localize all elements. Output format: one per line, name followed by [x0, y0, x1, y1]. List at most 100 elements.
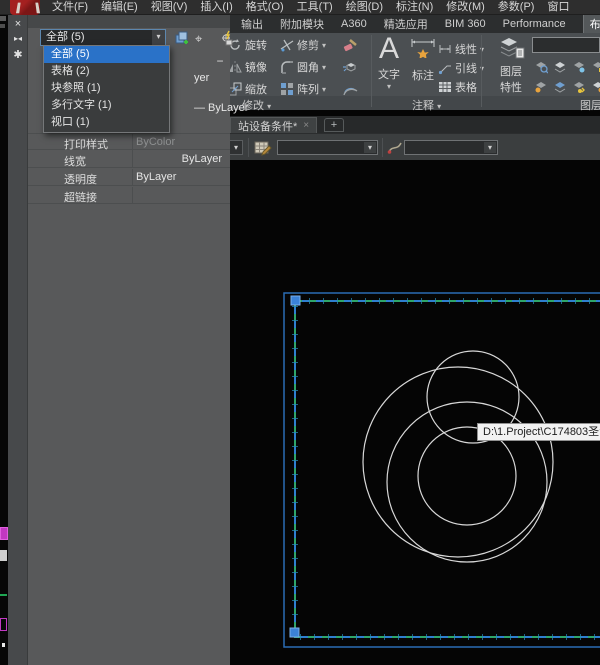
mirror-icon — [228, 60, 242, 74]
ribbon-tab-output[interactable]: 输出 — [241, 16, 263, 32]
palette-titlebar[interactable]: × ▸◂ ✱ — [8, 15, 28, 665]
layer-properties-button[interactable]: 图层 特性 — [494, 36, 528, 95]
layer-isolate-icon[interactable] — [553, 60, 567, 74]
palette-close-icon[interactable]: × — [8, 18, 28, 30]
transparency-value: ByLayer — [136, 171, 226, 183]
trim-icon — [280, 38, 294, 52]
tab-close-icon[interactable]: × — [303, 120, 309, 131]
scale-button[interactable]: 缩放 — [228, 81, 267, 97]
fillet-caret[interactable]: ▾ — [322, 63, 326, 72]
linetype-icon[interactable] — [387, 139, 403, 156]
menu-tools[interactable]: 工具(T) — [297, 0, 333, 15]
quick-select-icon[interactable] — [216, 30, 233, 46]
trim-button[interactable]: 修剪▾ — [280, 37, 326, 53]
ribbon-tab-layout-active[interactable]: 布局 — [583, 14, 600, 34]
hyperlink-row[interactable]: 超链接 — [28, 187, 230, 204]
ribbon-tab-featured-apps[interactable]: 精选应用 — [384, 16, 428, 32]
panel-separator-2 — [481, 35, 482, 107]
dropdown-option-mtext[interactable]: 多行文字 (1) — [44, 97, 169, 114]
drawing-fragment-green — [0, 594, 7, 596]
ribbon-tab-performance[interactable]: Performance — [503, 18, 566, 30]
dropdown-option-blockref[interactable]: 块参照 (1) — [44, 80, 169, 97]
menu-window[interactable]: 窗口 — [547, 0, 569, 15]
lineweight-row[interactable]: 线宽 ByLayer — [28, 151, 230, 168]
drawing-canvas[interactable]: D:\1.Project\C174803圣戈 — [230, 160, 600, 665]
array-caret[interactable]: ▾ — [322, 85, 326, 94]
explode-button[interactable] — [342, 59, 358, 75]
explode-icon — [342, 59, 358, 75]
plotstyle-value: ByColor — [136, 136, 226, 148]
dimension-icon — [410, 36, 436, 58]
leader-button[interactable]: 引线▾ — [438, 60, 484, 76]
menu-edit[interactable]: 编辑(E) — [101, 0, 138, 15]
drawing-fragment-white — [2, 643, 5, 647]
lineweight-value: ByLayer — [136, 153, 226, 165]
ribbon-tab-addins[interactable]: 附加模块 — [280, 16, 324, 32]
palette-autohide-icon[interactable]: ▸◂ — [8, 34, 28, 43]
autocad-logo-icon[interactable] — [10, 0, 40, 15]
mirror-button[interactable]: 镜像 — [228, 59, 267, 75]
layer-lock-icon[interactable] — [591, 60, 600, 74]
menu-parametric[interactable]: 参数(P) — [498, 0, 535, 15]
color-value-partial: yer — [194, 72, 209, 84]
ribbon-tab-a360[interactable]: A360 — [341, 18, 367, 30]
layer-state-icon[interactable] — [591, 80, 600, 94]
drawing-fragment-magenta-outline — [0, 618, 7, 631]
transparency-row[interactable]: 透明度 ByLayer — [28, 169, 230, 186]
rotate-button[interactable]: 旋转 — [228, 37, 267, 53]
layer-match-icon[interactable] — [553, 80, 567, 94]
layer-prev-icon[interactable] — [572, 80, 586, 94]
menu-format[interactable]: 格式(O) — [246, 0, 284, 15]
viewport-highlight-line — [295, 301, 600, 637]
menu-modify[interactable]: 修改(M) — [446, 0, 485, 15]
layer-on-icon[interactable] — [534, 80, 548, 94]
erase-icon — [342, 37, 358, 53]
erase-button[interactable] — [342, 37, 358, 53]
dimension-button[interactable]: 标注 — [408, 36, 438, 83]
layer-dropdown[interactable]: ▾ — [277, 140, 378, 155]
menu-insert[interactable]: 插入(I) — [200, 0, 232, 15]
linetype-dropdown[interactable]: ▾ — [404, 140, 498, 155]
offset-button[interactable] — [342, 81, 358, 97]
pickadd-toggle-icon[interactable] — [174, 30, 191, 46]
menu-view[interactable]: 视图(V) — [151, 0, 188, 15]
select-objects-icon[interactable]: ⌖ — [195, 31, 202, 47]
fillet-icon — [280, 60, 294, 74]
new-drawing-tab-button[interactable]: + — [324, 118, 344, 132]
left-edge-strip — [0, 15, 8, 665]
array-button[interactable]: 阵列▾ — [280, 81, 326, 97]
layer-tools-row2 — [534, 80, 600, 94]
menu-file[interactable]: 文件(F) — [52, 0, 88, 15]
ribbon-tab-bim360[interactable]: BIM 360 — [445, 18, 486, 30]
trim-caret[interactable]: ▾ — [322, 41, 326, 50]
cropped-combo-arrow[interactable]: ▾ — [229, 140, 243, 155]
table-button[interactable]: 表格 — [438, 79, 477, 95]
layers-panel-label[interactable]: 图层 — [580, 97, 600, 113]
dropdown-option-table[interactable]: 表格 (2) — [44, 63, 169, 80]
drawing-file-tab[interactable]: 站设备条件* × — [230, 117, 317, 133]
layer-settings-icon[interactable] — [254, 139, 272, 156]
dropdown-option-viewport[interactable]: 视口 (1) — [44, 114, 169, 131]
table-icon — [438, 80, 452, 94]
menu-draw[interactable]: 绘图(D) — [346, 0, 383, 15]
text-big-a-icon: A — [374, 36, 404, 62]
object-filter-combo[interactable]: 全部 (5) ▾ — [40, 29, 166, 46]
dropdown-option-all[interactable]: 全部 (5) — [44, 46, 169, 63]
annotate-panel-label[interactable]: 注释 ▾ — [412, 97, 441, 113]
plotstyle-row[interactable]: 打印样式 ByColor — [28, 133, 230, 150]
menu-dimension[interactable]: 标注(N) — [396, 0, 433, 15]
combo-arrow-icon[interactable]: ▾ — [152, 30, 165, 45]
palette-settings-icon[interactable]: ✱ — [8, 48, 28, 61]
layer-freeze-icon[interactable] — [572, 60, 586, 74]
layer-properties-icon — [497, 36, 525, 60]
viewport-svg — [230, 160, 600, 665]
drawing-circles — [363, 351, 553, 562]
linear-dim-button[interactable]: 线性▾ — [438, 41, 484, 57]
drawing-fragment-magenta — [0, 527, 8, 540]
text-button[interactable]: A 文字 ▾ — [374, 36, 404, 91]
object-filter-dropdown-list: 全部 (5) 表格 (2) 块参照 (1) 多行文字 (1) 视口 (1) — [43, 45, 170, 133]
layer-select-combo[interactable] — [532, 37, 600, 53]
linetype-value-partial: — ByLayer — [194, 102, 248, 114]
layer-walk-icon[interactable] — [534, 60, 548, 74]
fillet-button[interactable]: 圆角▾ — [280, 59, 326, 75]
